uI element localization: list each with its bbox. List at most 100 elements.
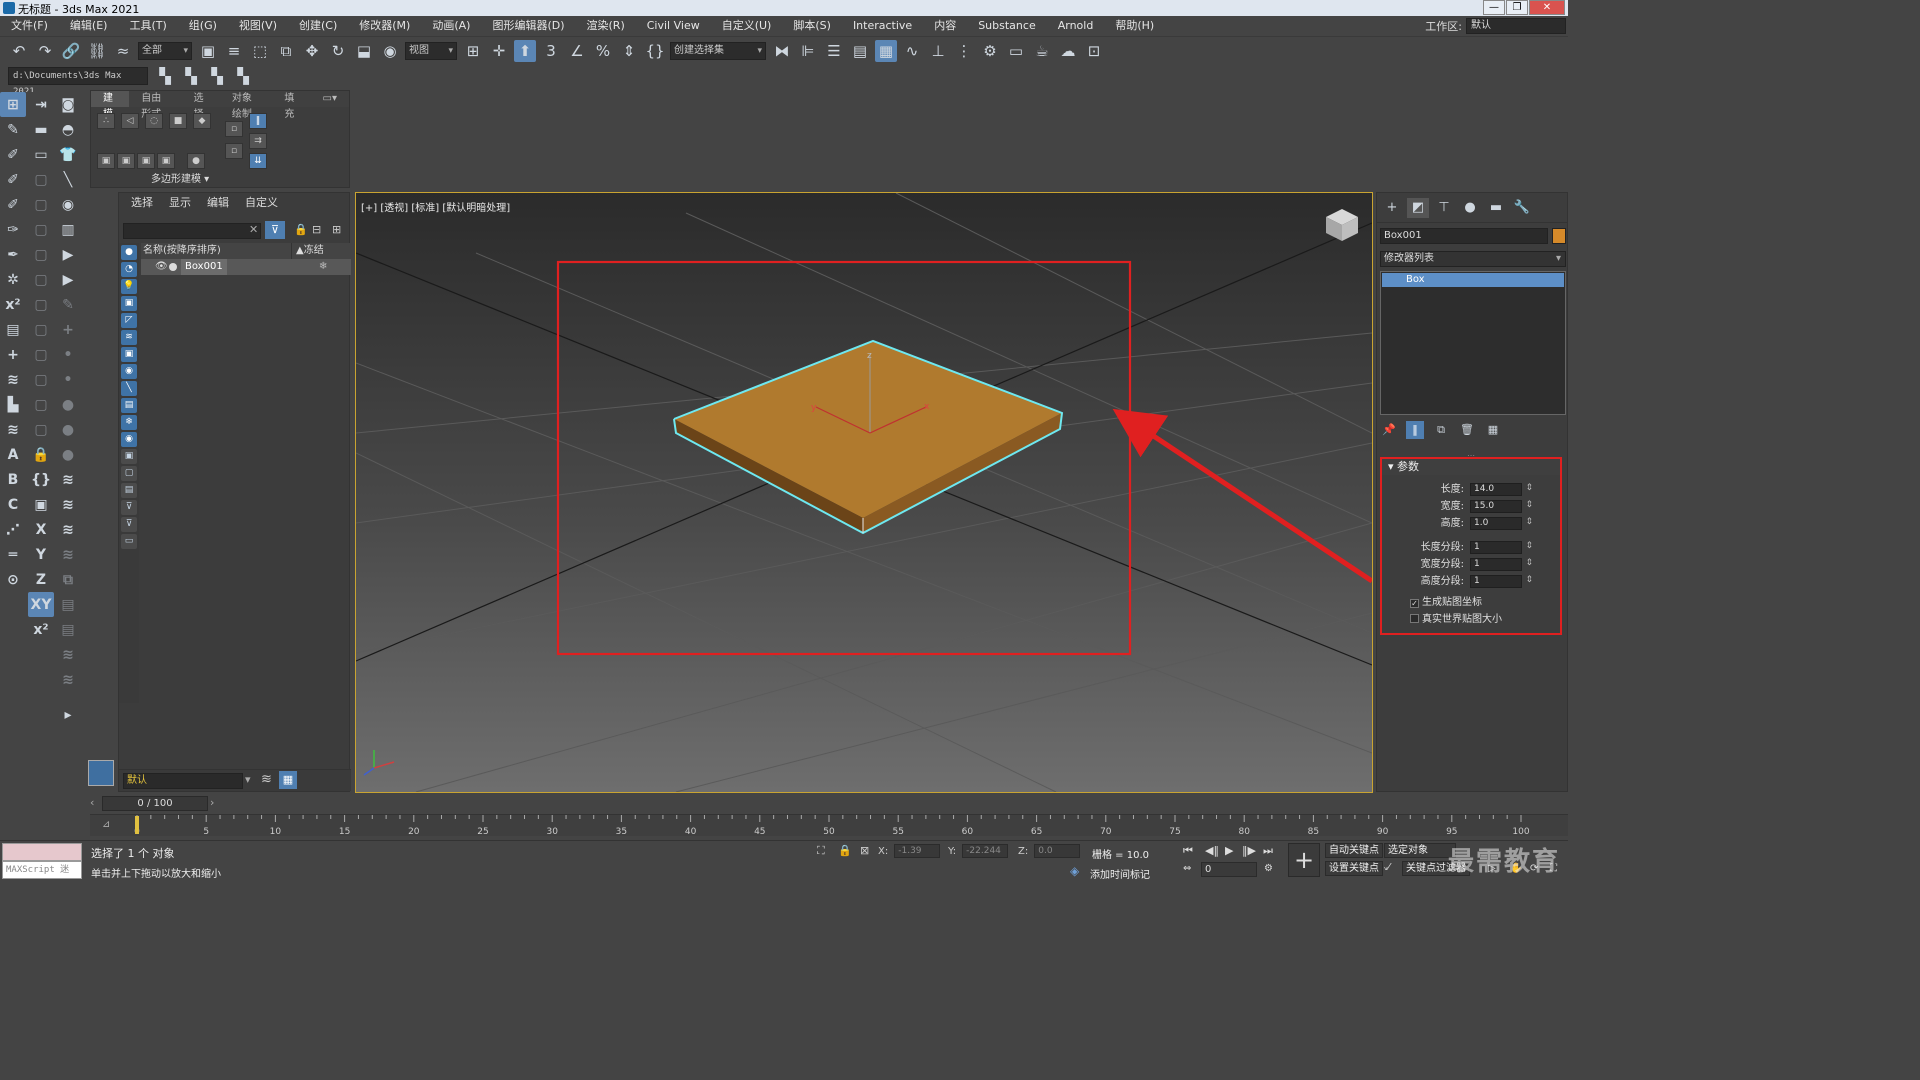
width-spinner[interactable]: 15.0 xyxy=(1470,500,1533,513)
length-spinner[interactable]: 14.0 xyxy=(1470,483,1533,496)
layer-explorer-icon[interactable]: ☰ xyxy=(823,40,845,62)
dim-layers2-icon[interactable]: ≋ xyxy=(55,667,81,692)
filter-funnel2-icon[interactable]: ⊽ xyxy=(121,517,137,532)
filter-invert-icon[interactable]: ▤ xyxy=(121,483,137,498)
dim-stack2-icon[interactable]: ▤ xyxy=(55,617,81,642)
lock-icon[interactable]: 🔒 xyxy=(28,442,54,467)
coord-y-field[interactable]: -22.244 xyxy=(962,844,1009,858)
column-name-header[interactable]: 名称(按降序排序) xyxy=(143,243,221,259)
filter-cameras-icon[interactable]: ▣ xyxy=(121,296,137,311)
menu-edit[interactable]: 编辑(E) xyxy=(59,16,119,36)
viewport-layout-button[interactable] xyxy=(88,760,114,786)
dim-tool-1-icon[interactable]: ▢ xyxy=(28,167,54,192)
angle-snap-icon[interactable]: ∠ xyxy=(566,40,588,62)
dim-tool-11-icon[interactable]: ▢ xyxy=(28,417,54,442)
dim-tool-10-icon[interactable]: ▢ xyxy=(28,392,54,417)
unlink-icon[interactable]: ⛓ xyxy=(86,40,108,62)
ribbon-tool-c-icon[interactable]: ‖ xyxy=(249,113,267,129)
select-by-name-icon[interactable]: ≡ xyxy=(223,40,245,62)
ribbon-tab-selection[interactable]: 选择 xyxy=(182,91,220,120)
length-segs-spinner[interactable]: 1 xyxy=(1470,541,1533,554)
create-tab-icon[interactable]: + xyxy=(1381,198,1403,218)
stack-icon[interactable]: ▭ xyxy=(28,142,54,167)
layer-b-icon[interactable]: ≋ xyxy=(55,492,81,517)
workspace-dropdown[interactable]: 默认 xyxy=(1466,18,1566,34)
axis-y-icon[interactable]: Y xyxy=(28,542,54,567)
goto-end-icon[interactable]: ⏭ xyxy=(1263,844,1273,858)
object-color-swatch[interactable] xyxy=(1552,228,1566,244)
isolate-selection-icon[interactable]: ⛶ xyxy=(817,844,825,858)
menu-arnold[interactable]: Arnold xyxy=(1047,16,1105,36)
add-time-tag-text[interactable]: 添加时间标记 xyxy=(1090,866,1150,881)
key-tangent-icon[interactable]: ᵥ⁄ xyxy=(1384,862,1390,873)
brush-tool-icon[interactable]: ✒ xyxy=(0,242,26,267)
percent-snap-icon[interactable]: % xyxy=(592,40,614,62)
dim-layer-icon[interactable]: ≋ xyxy=(55,542,81,567)
dim-tool-4-icon[interactable]: ▢ xyxy=(28,242,54,267)
rect-selection-icon[interactable]: ⬚ xyxy=(249,40,271,62)
shirt-icon[interactable]: 👕 xyxy=(55,142,81,167)
dim-layers-icon[interactable]: ≋ xyxy=(55,642,81,667)
filter-groups-icon[interactable]: ▣ xyxy=(121,347,137,362)
select-object-icon[interactable]: ▣ xyxy=(197,40,219,62)
current-frame-field[interactable]: 0 xyxy=(1201,862,1257,877)
ribbon-tool-f-icon[interactable]: ▣ xyxy=(97,153,115,169)
absolute-mode-icon[interactable]: ⊠ xyxy=(860,844,869,857)
ruler-icon[interactable]: ═ xyxy=(0,542,26,567)
layer-stack-toggle-icon[interactable]: ≋ xyxy=(261,772,272,787)
motion-tab-icon[interactable]: ● xyxy=(1459,198,1481,218)
current-layer-dropdown[interactable]: 默认 xyxy=(123,773,243,789)
time-slider[interactable]: ‹ 0 / 100 › xyxy=(90,796,220,812)
edit-named-selection-icon[interactable]: {} xyxy=(644,40,666,62)
maximize-button[interactable]: ❐ xyxy=(1506,0,1528,15)
menu-scripting[interactable]: 脚本(S) xyxy=(782,16,842,36)
menu-rendering[interactable]: 渲染(R) xyxy=(576,16,636,36)
scene-explorer-icon[interactable]: ▦ xyxy=(875,39,897,62)
dim-tool-9-icon[interactable]: ▢ xyxy=(28,367,54,392)
pin-stack-icon[interactable]: 📌 xyxy=(1380,421,1398,439)
perspective-viewport[interactable]: z y x [+] [透视] [标准] [默认明暗处理] xyxy=(355,192,1373,793)
dim-tool-5-icon[interactable]: ▢ xyxy=(28,267,54,292)
select-tool-icon[interactable]: ⊞ xyxy=(0,92,26,117)
filter-funnel-icon[interactable]: ⊽ xyxy=(121,500,137,515)
menu-views[interactable]: 视图(V) xyxy=(228,16,288,36)
pen-tool-icon[interactable]: ✑ xyxy=(0,217,26,242)
render-production-icon[interactable]: ☕ xyxy=(1031,40,1053,62)
vertex-mode-icon[interactable]: ∴ xyxy=(97,113,115,129)
layers-tool-icon[interactable]: ≋ xyxy=(0,417,26,442)
menu-civil-view[interactable]: Civil View xyxy=(636,16,711,36)
placement-icon[interactable]: ◉ xyxy=(379,40,401,62)
ribbon-tab-modeling[interactable]: 建模 xyxy=(91,91,130,120)
play-icon[interactable]: ▶ xyxy=(1225,844,1233,857)
edge-mode-icon[interactable]: ◁ xyxy=(121,113,139,129)
layer-dropdown-arrow-icon[interactable]: ▾ xyxy=(245,773,251,786)
dim-dot2-icon[interactable]: • xyxy=(55,367,81,392)
timeline-ruler[interactable]: ⊿ 05101520253035404550556065707580859095… xyxy=(90,814,1568,837)
snap-tool-icon[interactable]: ✲ xyxy=(0,267,26,292)
real-world-map-checkbox[interactable]: 真实世界贴图大小 xyxy=(1410,613,1560,627)
filter-all-icon[interactable]: ▣ xyxy=(121,449,137,464)
dot-grid-icon[interactable]: ⋰ xyxy=(0,517,26,542)
save-tool-icon[interactable]: ▣ xyxy=(28,492,54,517)
camera-icon[interactable]: ◙ xyxy=(55,92,81,117)
modifier-list-dropdown[interactable]: 修改器列表 xyxy=(1380,251,1566,267)
height-segs-spinner[interactable]: 1 xyxy=(1470,575,1533,588)
menu-interactive[interactable]: Interactive xyxy=(842,16,923,36)
text-c-icon[interactable]: C xyxy=(0,492,26,517)
menu-animation[interactable]: 动画(A) xyxy=(421,16,481,36)
parameters-rollout-header[interactable]: ▾ 参数 xyxy=(1382,459,1560,475)
align-icon[interactable]: ⊫ xyxy=(797,40,819,62)
next-frame-icon[interactable]: ‖▶ xyxy=(1242,844,1256,857)
reference-coordinate-dropdown[interactable]: 视图 xyxy=(405,41,457,60)
film-icon[interactable]: ▶ xyxy=(55,267,81,292)
modify-tab-icon[interactable]: ◩ xyxy=(1407,197,1429,218)
set-key-button[interactable]: 设置关键点 xyxy=(1325,861,1383,876)
scene-menu-display[interactable]: 显示 xyxy=(161,193,199,213)
unlink-tool-icon[interactable]: ✐ xyxy=(0,192,26,217)
dim-copy-icon[interactable]: ⧉ xyxy=(55,567,81,592)
project-open-icon[interactable]: ▚ xyxy=(180,65,202,87)
key-mode-icon[interactable]: ⇔ xyxy=(1183,863,1191,874)
ribbon-tool-j-icon[interactable]: ● xyxy=(187,153,205,169)
configure-sets-icon[interactable]: ▦ xyxy=(1484,421,1502,439)
filter-icon[interactable]: ⊽ xyxy=(265,221,285,239)
